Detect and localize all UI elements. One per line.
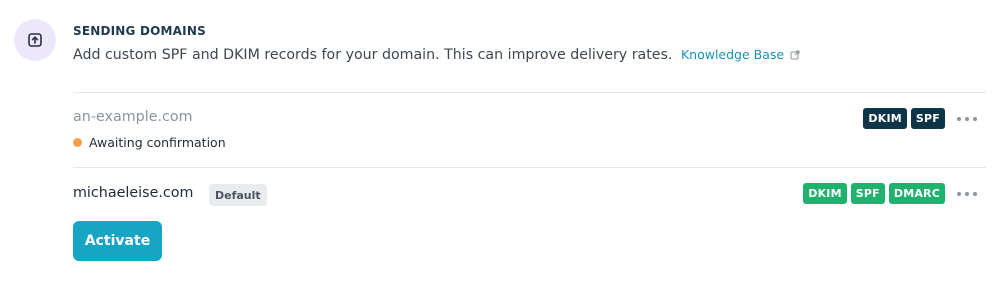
default-tag: Default: [209, 184, 267, 206]
status-text: Awaiting confirmation: [89, 135, 226, 150]
domain-status: Awaiting confirmation: [73, 135, 226, 150]
domain-name: an-example.com: [73, 109, 193, 125]
knowledge-base-label: Knowledge Base: [680, 47, 785, 62]
status-dot: [73, 138, 82, 147]
spf-badge: SPF: [910, 108, 945, 129]
dmarc-badge: DMARC: [888, 183, 945, 204]
activate-button[interactable]: Activate: [73, 221, 162, 261]
more-horizontal-icon[interactable]: [957, 110, 977, 128]
spf-badge: SPF: [850, 183, 885, 204]
record-badges: DKIM SPF: [863, 108, 945, 129]
more-horizontal-icon[interactable]: [957, 185, 977, 203]
divider: [73, 167, 986, 168]
dkim-badge: DKIM: [803, 183, 847, 204]
description-text: Add custom SPF and DKIM records for your…: [73, 47, 673, 63]
external-link-icon: [790, 50, 800, 60]
record-badges: DKIM SPF DMARC: [803, 183, 945, 204]
section-title: SENDING DOMAINS: [73, 24, 206, 38]
divider: [73, 92, 986, 93]
dkim-badge: DKIM: [863, 108, 907, 129]
upload-document-icon: [14, 19, 56, 61]
section-description: Add custom SPF and DKIM records for your…: [73, 47, 800, 63]
domain-name: michaeleise.com: [73, 185, 194, 201]
knowledge-base-link[interactable]: Knowledge Base: [681, 47, 800, 62]
